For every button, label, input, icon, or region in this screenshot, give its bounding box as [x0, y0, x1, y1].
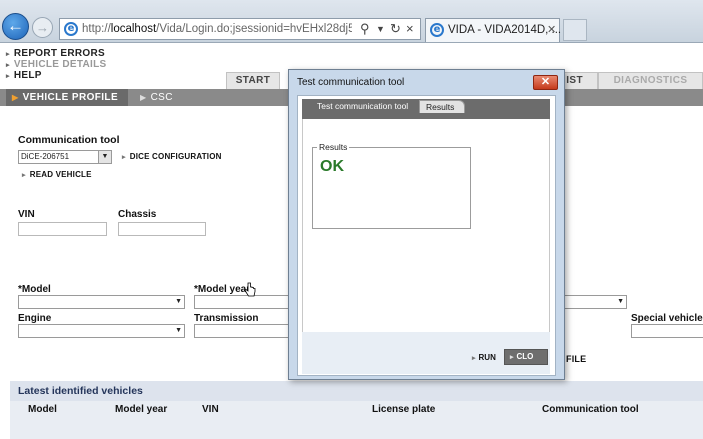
tab-diagnostics[interactable]: DIAGNOSTICS	[598, 72, 703, 89]
stop-icon[interactable]: ×	[406, 21, 414, 36]
ie-logo-icon: e	[64, 22, 78, 36]
triangle-right-icon: ▶	[12, 93, 19, 102]
model-year-label: *Model year	[194, 284, 251, 295]
triangle-right-icon: ▶	[140, 93, 147, 102]
right-select-partial[interactable]: ▼	[563, 295, 627, 309]
results-status: OK	[320, 158, 344, 175]
tab-vehicle-profile[interactable]: ▶ VEHICLE PROFILE	[6, 89, 128, 106]
tab-csc[interactable]: ▶ CSC	[140, 89, 173, 106]
dialog-body: Test communication tool Results Results …	[297, 95, 556, 376]
latest-vehicles-header: Latest identified vehicles	[10, 381, 703, 401]
vin-label: VIN	[18, 209, 35, 220]
comm-tool-value: DiCE-206751	[21, 152, 70, 161]
column-communication-tool[interactable]: Communication tool	[542, 404, 639, 415]
chevron-down-icon: ▼	[175, 298, 182, 305]
model-label: *Model	[18, 284, 51, 295]
special-vehicle-select[interactable]	[631, 324, 703, 338]
dialog-title: Test communication tool	[297, 77, 405, 88]
refresh-icon[interactable]: ↻	[390, 21, 401, 37]
engine-label: Engine	[18, 313, 52, 324]
top-links: ▸ REPORT ERRORS ▸ VEHICLE DETAILS ▸ HELP	[6, 49, 106, 82]
special-vehicle-label: Special vehicle	[631, 313, 703, 324]
latest-vehicles-title: Latest identified vehicles	[18, 385, 143, 397]
help-link[interactable]: ▸ HELP	[6, 71, 106, 82]
close-icon[interactable]: ✕	[547, 23, 556, 36]
chevron-down-icon: ▼	[175, 327, 182, 334]
run-button[interactable]: ▸ RUN	[472, 353, 496, 362]
dropdown-arrow-icon[interactable]: ▼	[376, 24, 385, 34]
close-button[interactable]: ▸ CLO	[504, 349, 548, 365]
new-tab-button[interactable]	[563, 19, 587, 41]
column-license-plate[interactable]: License plate	[372, 404, 435, 415]
triangle-right-icon: ▸	[510, 354, 514, 361]
dialog-footer: ▸ RUN ▸ CLO	[302, 332, 550, 374]
vin-input[interactable]	[18, 222, 107, 236]
chassis-input[interactable]	[118, 222, 206, 236]
triangle-right-icon: ▸	[472, 355, 476, 362]
model-year-select[interactable]	[194, 295, 289, 309]
profile-link-fragment[interactable]: FILE	[566, 354, 586, 364]
tab-start[interactable]: START	[226, 72, 280, 89]
read-vehicle-link[interactable]: ▸ READ VEHICLE	[22, 170, 92, 179]
transmission-select[interactable]	[194, 324, 289, 338]
column-model-year[interactable]: Model year	[115, 404, 167, 415]
dice-configuration-link[interactable]: ▸ DICE CONFIGURATION	[122, 152, 222, 161]
transmission-label: Transmission	[194, 313, 259, 324]
model-select[interactable]: ▼	[18, 295, 185, 309]
comm-tool-select[interactable]: DiCE-206751 ▼	[18, 150, 112, 164]
test-comm-tool-dialog: Test communication tool ✕ Test communica…	[288, 69, 565, 380]
hand-cursor-icon	[244, 282, 256, 297]
results-legend: Results	[317, 142, 350, 152]
chevron-down-icon: ▼	[617, 298, 624, 305]
tab-title: VIDA - VIDA2014D, ...	[448, 24, 562, 36]
forward-arrow-icon[interactable]: →	[32, 17, 53, 38]
address-bar[interactable]: e http://localhost/Vida/Login.do;jsessio…	[59, 18, 421, 40]
dialog-content: Results OK	[302, 119, 550, 332]
url-text: http://localhost/Vida/Login.do;jsessioni…	[82, 23, 352, 35]
search-icon[interactable]: ⚲	[360, 21, 370, 37]
tab-results[interactable]: Results	[419, 100, 465, 113]
browser-toolbar: ← → e http://localhost/Vida/Login.do;jse…	[0, 0, 703, 43]
tab-test-comm-tool[interactable]: Test communication tool	[302, 99, 419, 113]
ie-logo-icon: e	[430, 23, 444, 37]
column-vin[interactable]: VIN	[202, 404, 219, 415]
comm-tool-label: Communication tool	[18, 134, 120, 146]
browser-tab-vida[interactable]: e VIDA - VIDA2014D, ... ✕	[425, 18, 562, 42]
chassis-label: Chassis	[118, 209, 157, 220]
chevron-down-icon: ▼	[98, 151, 111, 163]
dialog-tab-bar: Test communication tool Results	[302, 99, 550, 119]
back-arrow-icon[interactable]: ←	[2, 13, 29, 40]
results-box: Results OK	[312, 142, 471, 229]
close-icon[interactable]: ✕	[533, 75, 558, 90]
engine-select[interactable]: ▼	[18, 324, 185, 338]
column-model[interactable]: Model	[28, 404, 57, 415]
